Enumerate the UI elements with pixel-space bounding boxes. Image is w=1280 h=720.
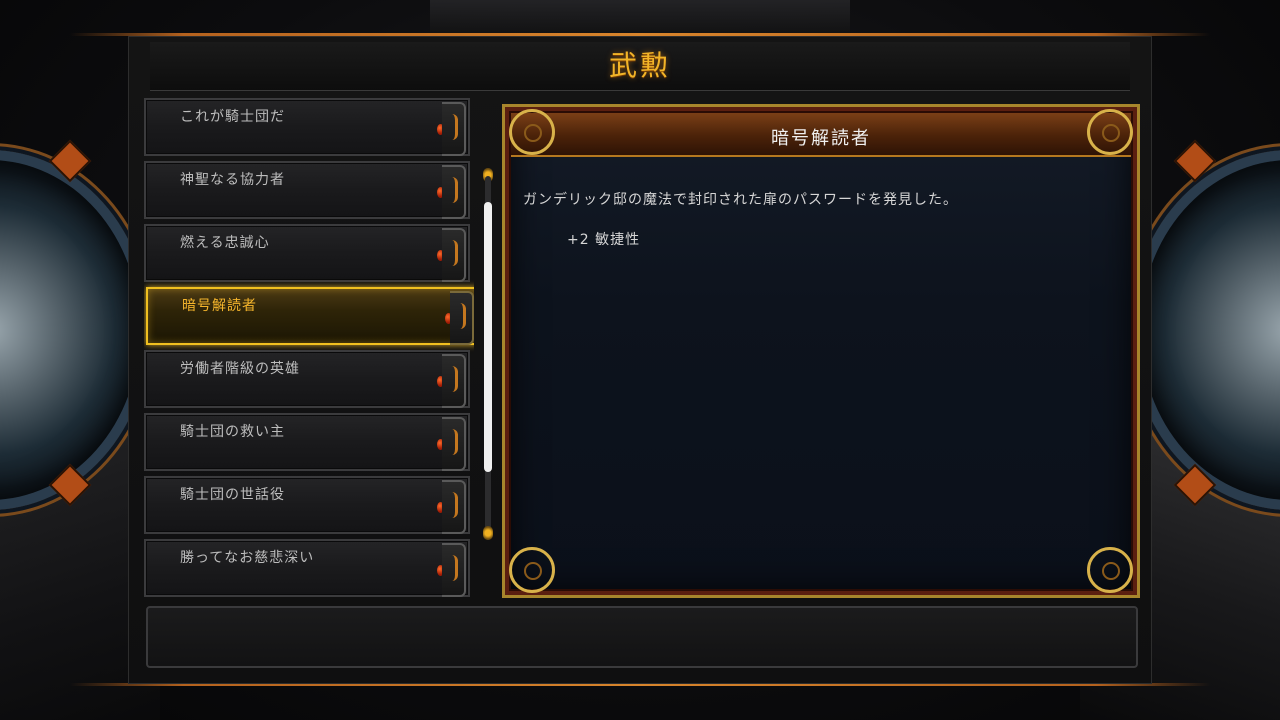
- scroll-cap-icon: [483, 526, 493, 540]
- spike-ornament-icon: [1173, 139, 1217, 183]
- deed-list-item[interactable]: 神聖なる協力者: [144, 161, 470, 219]
- deed-list: これが騎士団だ 神聖なる協力者 燃える忠誠心 暗号解読者労働者階級の英雄 騎士団の救い主…: [144, 98, 474, 598]
- bracket-icon: [442, 165, 466, 219]
- deed-label: 騎士団の世話役: [180, 487, 285, 503]
- bracket-icon: [442, 543, 466, 597]
- deed-list-item[interactable]: 騎士団の世話役: [144, 476, 470, 534]
- deed-list-item[interactable]: 労働者階級の英雄: [144, 350, 470, 408]
- deed-label: 労働者階級の英雄: [180, 361, 300, 377]
- deed-list-item[interactable]: 勝ってなお慈悲深い: [144, 539, 470, 597]
- detail-panel: 暗号解読者 ガンデリック邸の魔法で封印された扉のパスワードを発見した。 +2 敏…: [502, 104, 1140, 598]
- corner-ornament-icon: [509, 547, 555, 593]
- deed-list-item[interactable]: 騎士団の救い主: [144, 413, 470, 471]
- list-scrollbar[interactable]: [483, 168, 493, 540]
- detail-description: ガンデリック邸の魔法で封印された扉のパスワードを発見した。: [523, 192, 958, 208]
- detail-title: 暗号解読者: [771, 128, 871, 149]
- game-screen: 武勲 これが騎士団だ 神聖なる協力者 燃える忠誠心 暗号解読者 労働者階級の英雄 騎士団の…: [0, 0, 1280, 720]
- bracket-icon: [442, 354, 466, 408]
- deed-list-item[interactable]: 燃える忠誠心: [144, 224, 470, 282]
- detail-header: 暗号解読者: [511, 113, 1131, 157]
- bracket-icon: [450, 291, 474, 345]
- bracket-icon: [442, 228, 466, 282]
- deed-label: 騎士団の救い主: [180, 424, 285, 440]
- bracket-icon: [442, 102, 466, 156]
- message-box: [146, 606, 1138, 668]
- deed-label: これが騎士団だ: [180, 109, 285, 125]
- deed-list-item[interactable]: これが騎士団だ: [144, 98, 470, 156]
- page-title: 武勲: [608, 49, 671, 82]
- background-scenery-top: [430, 0, 850, 36]
- spike-ornament-icon: [48, 139, 92, 183]
- deed-label: 燃える忠誠心: [180, 235, 270, 251]
- corner-ornament-icon: [1087, 547, 1133, 593]
- scroll-thumb[interactable]: [484, 201, 492, 472]
- bracket-icon: [442, 480, 466, 534]
- corner-ornament-icon: [1087, 109, 1133, 155]
- deed-label: 勝ってなお慈悲深い: [180, 550, 315, 566]
- deed-label: 神聖なる協力者: [180, 172, 285, 188]
- detail-bonus: +2 敏捷性: [567, 232, 641, 248]
- bracket-icon: [442, 417, 466, 471]
- deed-list-item[interactable]: 暗号解読者: [146, 287, 474, 345]
- corner-ornament-icon: [509, 109, 555, 155]
- deed-label: 暗号解読者: [182, 298, 257, 314]
